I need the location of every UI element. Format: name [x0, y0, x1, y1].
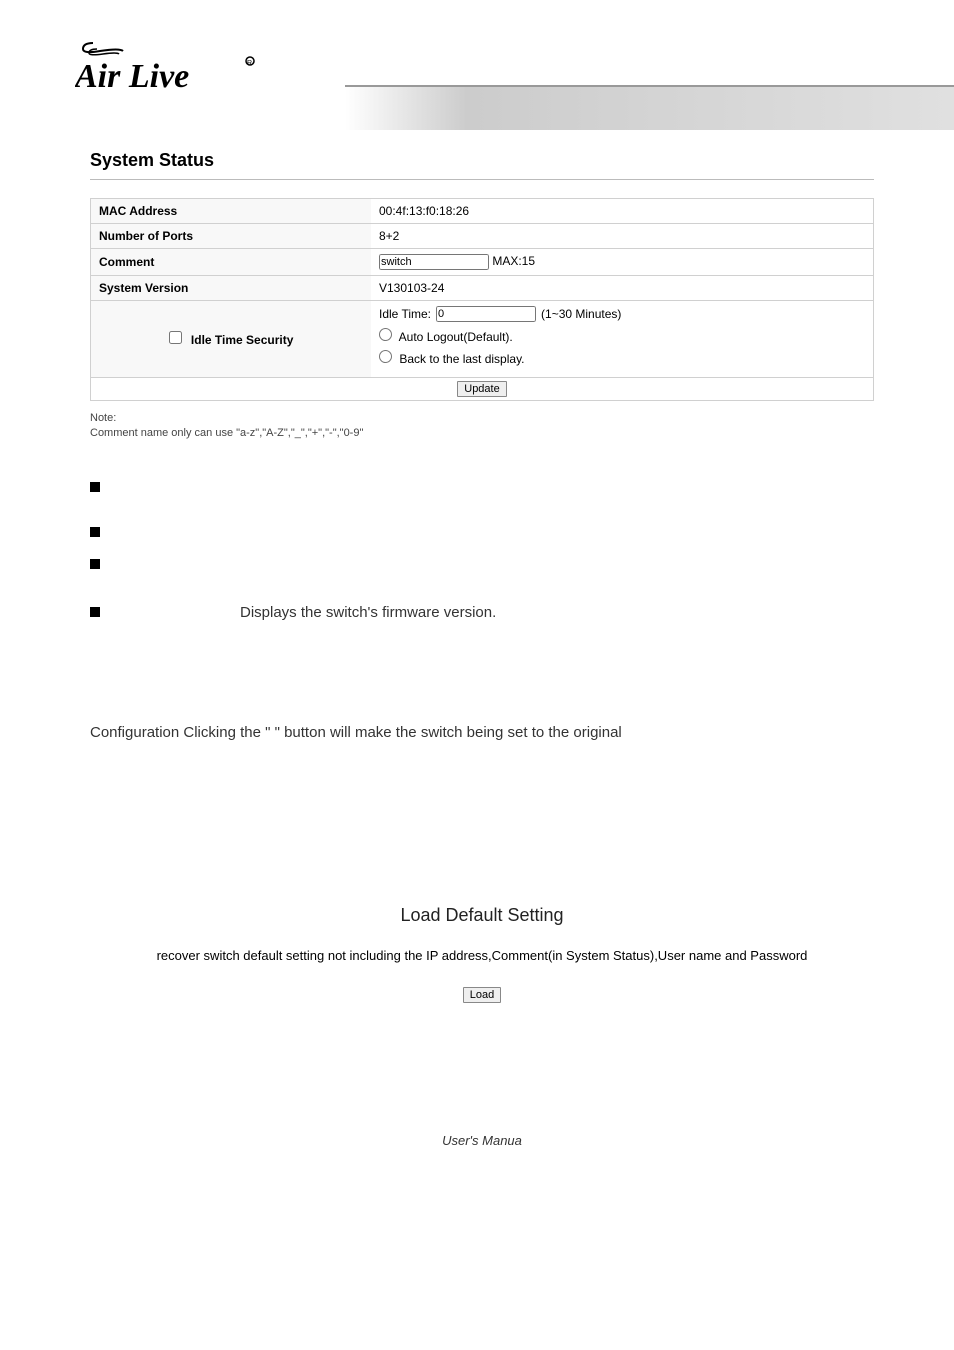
bullet-item	[90, 482, 874, 492]
note-text: Comment name only can use "a-z","A-Z","_…	[90, 427, 363, 439]
idle-time-input[interactable]	[436, 306, 536, 322]
note-label: Note:	[90, 412, 116, 424]
load-default-text: recover switch default setting not inclu…	[90, 948, 874, 963]
bullet-item: Displays the switch's firmware version.	[90, 604, 874, 621]
update-button[interactable]: Update	[457, 381, 506, 397]
page-header: Air Live R	[0, 0, 954, 130]
comment-label: Comment	[91, 249, 371, 276]
auto-logout-option[interactable]: Auto Logout(Default).	[379, 328, 865, 344]
back-display-label: Back to the last display.	[399, 352, 524, 366]
mac-address-value: 00:4f:13:f0:18:26	[371, 199, 873, 224]
config-paragraph: Configuration Clicking the " " button wi…	[90, 721, 874, 745]
auto-logout-radio[interactable]	[379, 328, 392, 341]
load-default-section: Load Default Setting recover switch defa…	[90, 905, 874, 1003]
idle-security-label: Idle Time Security	[191, 333, 294, 347]
brand-logo: Air Live R	[75, 35, 275, 105]
version-value: V130103-24	[371, 276, 873, 301]
divider	[90, 179, 874, 180]
idle-options-cell: Idle Time: (1~30 Minutes) Auto Logout(De…	[371, 301, 873, 378]
bullet-item	[90, 527, 874, 537]
svg-text:Air Live: Air Live	[75, 58, 189, 95]
system-status-table: MAC Address 00:4f:13:f0:18:26 Number of …	[90, 198, 874, 401]
idle-security-checkbox[interactable]	[169, 331, 182, 344]
comment-input[interactable]	[379, 254, 489, 270]
back-display-radio[interactable]	[379, 350, 392, 363]
idle-security-cell: Idle Time Security	[91, 301, 371, 378]
note-block: Note: Comment name only can use "a-z","A…	[90, 411, 874, 442]
bullet-text: Displays the switch's firmware version.	[240, 604, 496, 621]
header-band	[345, 85, 954, 130]
footer-text: User's Manua	[90, 1133, 874, 1178]
mac-address-label: MAC Address	[91, 199, 371, 224]
section-title: System Status	[90, 150, 874, 171]
idle-time-hint: (1~30 Minutes)	[541, 307, 621, 321]
back-display-option[interactable]: Back to the last display.	[379, 350, 865, 366]
ports-label: Number of Ports	[91, 224, 371, 249]
load-button[interactable]: Load	[463, 987, 501, 1003]
comment-value-cell: MAX:15	[371, 249, 873, 276]
comment-max: MAX:15	[492, 254, 535, 268]
bullet-icon	[90, 607, 100, 617]
auto-logout-label: Auto Logout(Default).	[399, 330, 513, 344]
bullet-icon	[90, 482, 100, 492]
bullet-item	[90, 559, 874, 569]
ports-value: 8+2	[371, 224, 873, 249]
bullet-icon	[90, 559, 100, 569]
idle-time-label: Idle Time:	[379, 307, 431, 321]
svg-text:R: R	[247, 60, 252, 67]
load-default-title: Load Default Setting	[90, 905, 874, 926]
bullet-list: Displays the switch's firmware version.	[90, 482, 874, 621]
version-label: System Version	[91, 276, 371, 301]
bullet-icon	[90, 527, 100, 537]
